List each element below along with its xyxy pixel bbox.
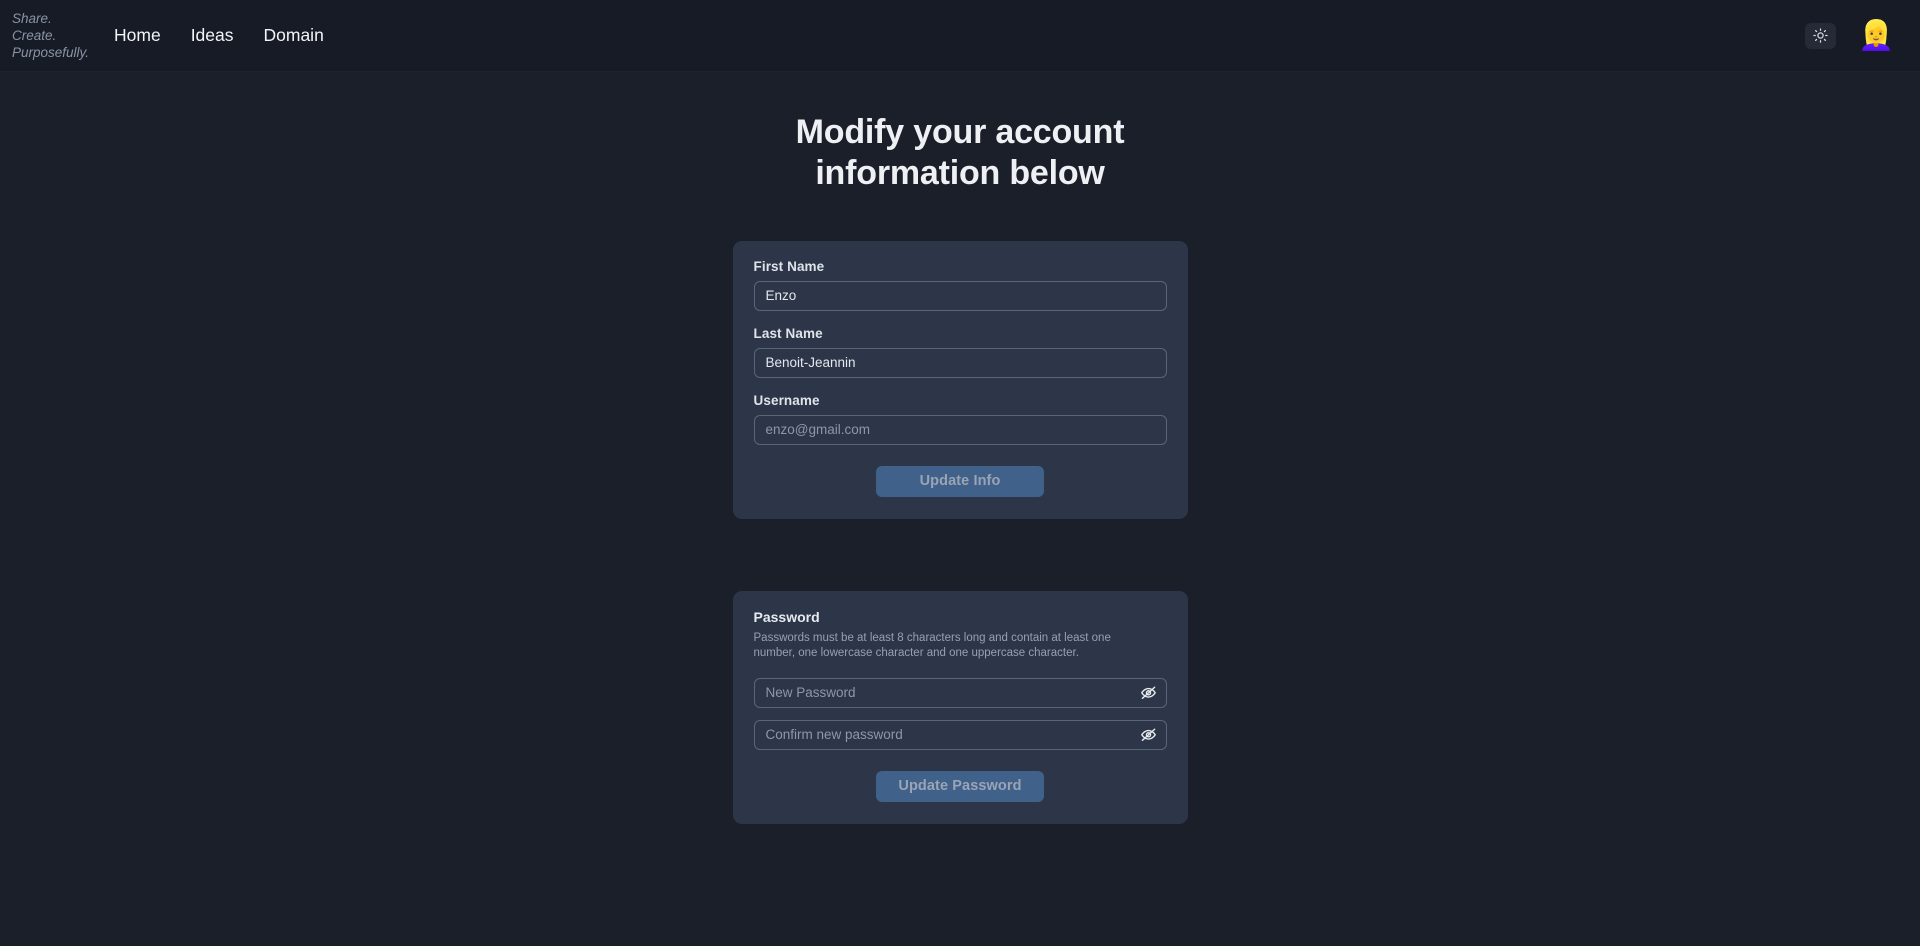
new-password-input[interactable]: [753, 677, 1167, 708]
brand-tagline: Share. Create. Purposefully.: [0, 10, 108, 61]
first-name-input[interactable]: [753, 280, 1167, 311]
password-section-heading: Password: [753, 608, 820, 625]
confirm-password-input[interactable]: [753, 719, 1167, 750]
main-nav: Home Ideas Domain: [114, 26, 324, 45]
main-content: Modify your account information below Fi…: [0, 72, 1920, 824]
eye-off-icon: [1140, 684, 1157, 701]
page-title-line-2: information below: [815, 154, 1105, 193]
theme-toggle-button[interactable]: [1805, 22, 1836, 49]
page-title: Modify your account information below: [650, 112, 1270, 195]
page-title-line-1: Modify your account: [795, 113, 1125, 151]
sun-icon: [1813, 28, 1828, 43]
last-name-label: Last Name: [753, 325, 823, 341]
first-name-field-group: First Name: [753, 258, 1167, 311]
toggle-confirm-password-visibility-button[interactable]: [1139, 725, 1159, 745]
eye-off-icon: [1140, 726, 1157, 743]
username-input[interactable]: [753, 414, 1167, 445]
update-info-button[interactable]: Update Info: [876, 465, 1044, 497]
first-name-label: First Name: [753, 258, 825, 274]
last-name-input[interactable]: [753, 347, 1167, 378]
tagline-line-3: Purposefully.: [12, 45, 90, 60]
username-label: Username: [753, 392, 820, 408]
toggle-new-password-visibility-button[interactable]: [1139, 683, 1159, 703]
top-bar-actions: 👱‍♀️: [1805, 19, 1896, 53]
nav-item-ideas[interactable]: Ideas: [191, 26, 234, 45]
nav-item-home[interactable]: Home: [114, 26, 161, 45]
last-name-field-group: Last Name: [753, 325, 1167, 378]
nav-item-domain[interactable]: Domain: [264, 26, 324, 45]
tagline-line-1: Share.: [12, 11, 52, 26]
update-password-button[interactable]: Update Password: [876, 770, 1044, 802]
confirm-password-field-group: [753, 719, 1167, 750]
avatar[interactable]: 👱‍♀️: [1858, 19, 1894, 53]
new-password-field-group: [753, 677, 1167, 708]
username-field-group: Username: [753, 392, 1167, 445]
app-root: Share. Create. Purposefully. Home Ideas …: [0, 0, 1920, 946]
account-info-card: First Name Last Name Username Update Inf…: [732, 240, 1188, 519]
password-requirements-text: Passwords must be at least 8 characters …: [753, 631, 1111, 660]
password-card: Password Passwords must be at least 8 ch…: [732, 590, 1188, 824]
top-navigation-bar: Share. Create. Purposefully. Home Ideas …: [0, 0, 1920, 72]
tagline-line-2: Create.: [12, 28, 57, 43]
